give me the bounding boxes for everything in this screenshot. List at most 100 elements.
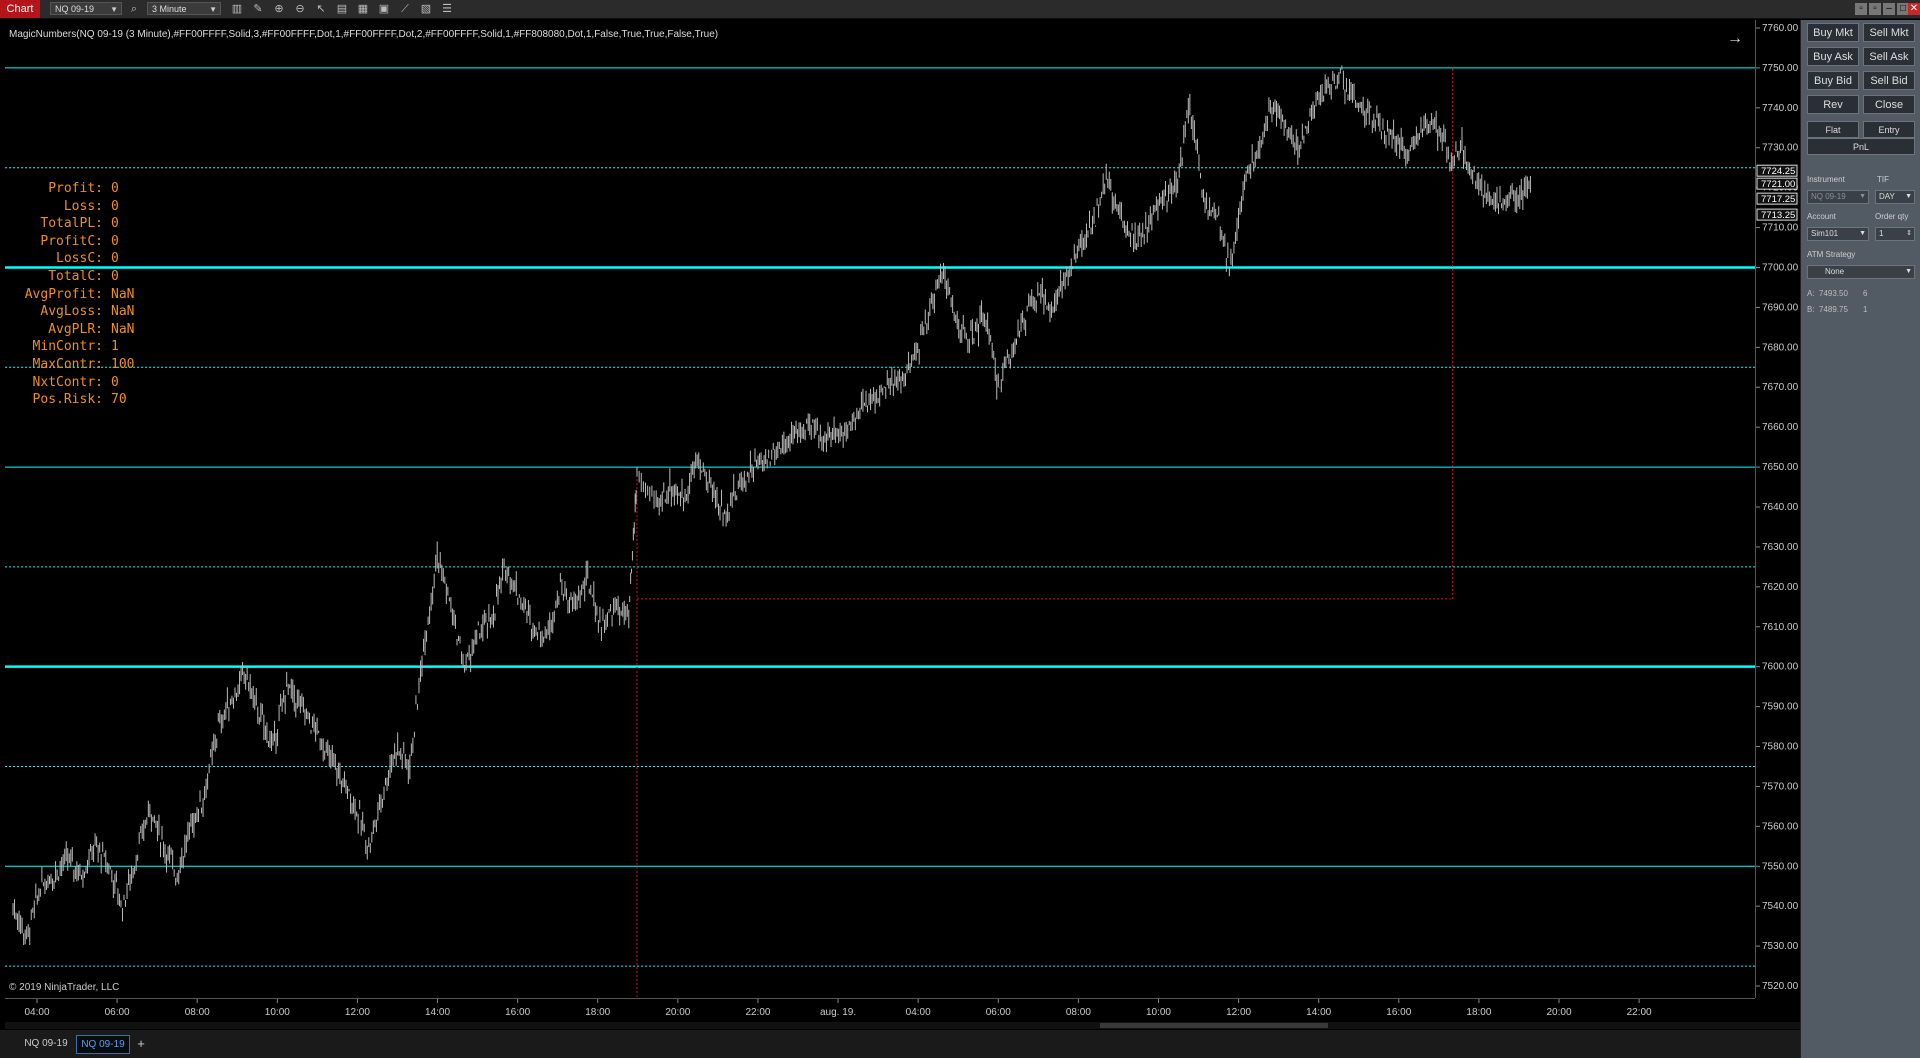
close-icon[interactable]: ✕	[1908, 3, 1920, 15]
buy-bid-button[interactable]: Buy Bid	[1807, 71, 1859, 90]
snapshot-icon[interactable]: ▣	[378, 3, 390, 15]
stat-value: 0	[111, 181, 119, 196]
tif-field[interactable]: DAY ▼	[1875, 190, 1915, 204]
strategy-icon[interactable]: ▧	[420, 3, 432, 15]
tif-label: TIF	[1877, 175, 1889, 184]
window-tile-icon[interactable]: ▫	[1855, 3, 1867, 15]
sell-bid-button[interactable]: Sell Bid	[1863, 71, 1915, 90]
stat-label: TotalPL:	[40, 216, 103, 232]
minimize-icon[interactable]: –	[1883, 3, 1895, 15]
buy-market-button[interactable]: Buy Mkt	[1807, 23, 1859, 42]
order-qty-field-value: 1	[1879, 229, 1884, 238]
stat-label: AvgPLR:	[48, 321, 103, 337]
sell-ask-button[interactable]: Sell Ask	[1863, 47, 1915, 66]
price-tick-label: 7530.00	[1762, 941, 1799, 952]
window-link-icon[interactable]: ▫	[1869, 3, 1881, 15]
time-tick-label: 16:00	[505, 1007, 530, 1018]
bar-chart-icon[interactable]: ▥	[231, 3, 243, 15]
add-tab-button[interactable]: +	[134, 1035, 148, 1052]
account-field-value: Sim101	[1811, 229, 1839, 238]
templates-icon[interactable]: ▦	[357, 3, 369, 15]
chevron-down-icon: ▼	[110, 5, 118, 14]
order-qty-field[interactable]: 1 ⇕	[1875, 227, 1915, 241]
price-tick-label: 7600.00	[1762, 662, 1799, 673]
flat-button[interactable]: Flat	[1807, 121, 1859, 138]
list-icon[interactable]: ☰	[441, 3, 453, 15]
price-tick-label: 7570.00	[1762, 781, 1799, 792]
stat-label: LossC:	[56, 251, 103, 267]
properties-icon[interactable]: ▤	[336, 3, 348, 15]
stat-row: ProfitC: 0	[13, 233, 134, 251]
close-position-button[interactable]: Close	[1863, 95, 1915, 114]
time-tick-label: 08:00	[185, 1007, 210, 1018]
instrument-field-value: NQ 09-19	[1811, 192, 1846, 201]
reverse-button[interactable]: Rev	[1807, 95, 1859, 114]
price-tick-label: 7590.00	[1762, 702, 1799, 713]
ask-quote-size: 6	[1863, 289, 1868, 298]
stat-label: MinContr:	[32, 339, 103, 355]
chevron-down-icon: ▼	[1859, 193, 1866, 200]
instrument-selector[interactable]: NQ 09-19 ▼	[50, 2, 122, 15]
search-icon[interactable]: ⌕	[128, 3, 140, 15]
stat-label: AvgLoss:	[40, 304, 103, 320]
stepper-icon[interactable]: ⇕	[1906, 228, 1912, 240]
price-tick-label: 7650.00	[1762, 462, 1799, 473]
time-tick-label: 16:00	[1386, 1007, 1411, 1018]
price-tick-label: 7680.00	[1762, 342, 1799, 353]
tif-field-value: DAY	[1879, 192, 1895, 201]
candles-group	[12, 65, 1531, 946]
buy-ask-button[interactable]: Buy Ask	[1807, 47, 1859, 66]
interval-selector[interactable]: 3 Minute ▼	[147, 2, 221, 15]
stat-value: NaN	[111, 321, 135, 337]
atm-strategy-field[interactable]: None ▼	[1807, 265, 1915, 279]
stat-label: AvgProfit:	[24, 286, 103, 302]
stat-row: AvgLoss: NaN	[13, 303, 134, 321]
stat-label: Pos.Risk:	[32, 392, 103, 408]
zoom-in-icon[interactable]: ⊕	[273, 3, 285, 15]
time-tick-label: 22:00	[745, 1007, 770, 1018]
tab-nq-09-19-active[interactable]: NQ 09-19	[76, 1035, 130, 1054]
stat-value: 70	[111, 392, 127, 408]
pnl-display[interactable]: PnL	[1807, 138, 1915, 155]
time-tick-label: 06:00	[105, 1007, 130, 1018]
zoom-out-icon[interactable]: ⊖	[294, 3, 306, 15]
time-tick-label: 04:00	[906, 1007, 931, 1018]
time-tick-label: 08:00	[1066, 1007, 1091, 1018]
price-axis[interactable]: 7760.007750.007740.007730.007720.007710.…	[1755, 20, 1799, 998]
entry-button[interactable]: Entry	[1863, 121, 1915, 138]
indicator-icon[interactable]: ⟋	[399, 3, 411, 15]
stat-row: TotalC: 0	[13, 268, 134, 286]
stat-label: TotalC:	[48, 268, 103, 284]
draw-tool-icon[interactable]: ✎	[252, 3, 264, 15]
account-field[interactable]: Sim101 ▼	[1807, 227, 1869, 241]
time-tick-label: 22:00	[1627, 1007, 1652, 1018]
instrument-label: Instrument	[1807, 175, 1845, 184]
bid-quote-price: 7489.75	[1819, 305, 1848, 314]
price-tick-label: 7750.00	[1762, 63, 1799, 74]
indicator-label: MagicNumbers(NQ 09-19 (3 Minute),#FF00FF…	[9, 29, 719, 40]
sell-market-button[interactable]: Sell Mkt	[1863, 23, 1915, 42]
pointer-icon[interactable]: ↖	[315, 3, 327, 15]
time-tick-label: 20:00	[1546, 1007, 1571, 1018]
price-tick-label: 7550.00	[1762, 861, 1799, 872]
stat-label: Loss:	[63, 198, 103, 214]
atm-strategy-label: ATM Strategy	[1807, 250, 1856, 259]
time-tick-label: 12:00	[1226, 1007, 1251, 1018]
stat-value: 0	[111, 233, 119, 249]
chart-plot-area[interactable]: MagicNumbers(NQ 09-19 (3 Minute),#FF00FF…	[5, 20, 1755, 998]
chart-tab[interactable]: Chart	[0, 0, 40, 18]
price-tick-label: 7690.00	[1762, 302, 1799, 313]
price-tick-label: 7670.00	[1762, 382, 1799, 393]
time-axis-ticks: 04:00 06:00 08:00 10:00 12:00 14:00 16:00 18:00…	[24, 999, 1652, 1018]
time-tick-label: aug. 19.	[820, 1007, 856, 1018]
instrument-field[interactable]: NQ 09-19 ▼	[1807, 190, 1869, 204]
stat-value: 1	[111, 339, 119, 355]
account-label: Account	[1807, 212, 1836, 221]
chevron-down-icon: ▼	[1905, 268, 1912, 275]
tab-nq-09-19-first[interactable]: NQ 09-19	[20, 1035, 72, 1052]
scrollbar-thumb[interactable]	[1100, 1023, 1328, 1028]
horizontal-scrollbar[interactable]	[5, 1022, 1800, 1029]
atm-strategy-field-value: None	[1825, 267, 1845, 276]
price-tick-label: 7640.00	[1762, 502, 1799, 513]
arrow-right-icon[interactable]: →	[1727, 30, 1743, 48]
